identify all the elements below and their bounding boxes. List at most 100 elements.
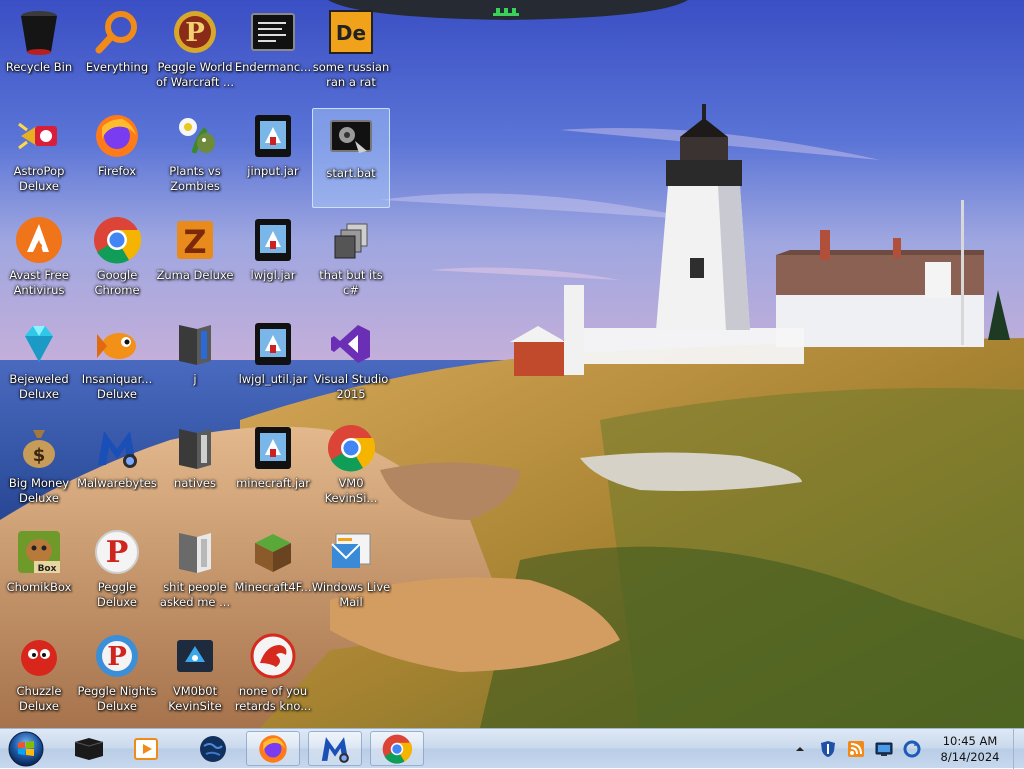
desktop-icon-malwarebytes[interactable]: Malwarebytes [77,418,157,518]
desktop-icon-label: natives [174,476,216,490]
show-desktop-button[interactable] [1013,729,1024,769]
clock-time: 10:45 AM [942,734,998,748]
minecraft-block-icon [248,527,298,577]
desktop-icon-label: Google Chrome [94,268,140,297]
desktop-icon-label: Insaniquar... Deluxe [81,372,153,401]
chomikbox-icon: Box [14,527,64,577]
taskbar-globe-app[interactable] [186,731,240,766]
batch-file-icon [326,113,376,163]
desktop-icon-zuma-deluxe[interactable]: Z Zuma Deluxe [156,210,234,310]
red-dragon-icon [248,631,298,681]
desktop-icon-insaniquarium[interactable]: Insaniquar... Deluxe [78,314,156,414]
desktop-icon-label: jinput.jar [247,164,299,178]
desktop-icon-label: minecraft.jar [236,476,310,490]
desktop-icon-label: lwjgl_util.jar [238,372,308,386]
folder-dark-icon [170,527,220,577]
folder-dark-icon [170,319,220,369]
desktop-icon-visual-studio-2015[interactable]: Visual Studio 2015 [312,314,390,414]
desktop-icon-vm0b0t-kevinsite[interactable]: VM0b0t KevinSite [156,626,234,726]
taskbar-chrome[interactable] [370,731,424,766]
search-magnifier-icon [92,7,142,57]
de-app-icon: De [326,7,376,57]
desktop-icon-avast[interactable]: Avast Free Antivirus [0,210,78,310]
desktop-icon-label: Recycle Bin [5,60,73,74]
desktop-icon-chuzzle[interactable]: Chuzzle Deluxe [0,626,78,726]
desktop-icon-none-of-you[interactable]: none of you retards kno... [234,626,312,726]
desktop-icon-bejeweled[interactable]: Bejeweled Deluxe [0,314,78,414]
desktop-icon-label: Peggle Nights Deluxe [77,684,157,713]
taskbar-firefox[interactable] [246,731,300,766]
desktop-icon-natives-folder[interactable]: natives [156,418,234,518]
desktop-icon-firefox[interactable]: Firefox [78,106,156,206]
desktop-icon-label: Chuzzle Deluxe [16,684,62,713]
plants-vs-zombies-icon [170,111,220,161]
desktop-icon-j-folder[interactable]: j [156,314,234,414]
desktop-icon-label: Visual Studio 2015 [313,372,389,401]
svg-text:Z: Z [183,223,206,261]
defender-shield-icon[interactable] [819,740,837,758]
shortcut-stack-icon [326,215,376,265]
desktop-icon-label: ChomikBox [6,580,72,594]
desktop-icon-big-money[interactable]: $ Big Money Deluxe [0,418,78,518]
taskbar: 10:45 AM 8/14/2024 [0,728,1024,769]
desktop-icon-lwjgl-jar[interactable]: lwjgl.jar [234,210,312,310]
peggle-icon: P [92,631,142,681]
desktop-icon-shit-people-asked-me-folder[interactable]: shit people asked me ... [156,522,234,622]
desktop-icon-that-but-its-csharp[interactable]: that but its c# [312,210,390,310]
svg-text:Box: Box [38,564,57,574]
desktop-icon-windows-live-mail[interactable]: Windows Live Mail [312,522,390,622]
zuma-icon: Z [170,215,220,265]
desktop-icon-label: j [193,372,197,386]
desktop-icon-start-bat[interactable]: start.bat [312,108,390,208]
desktop-icon-lwjgl-util-jar[interactable]: lwjgl_util.jar [234,314,312,414]
desktop-icon-label: Plants vs Zombies [169,164,221,193]
desktop-icon-label: Peggle Deluxe [97,580,137,609]
desktop-icon-astropop[interactable]: AstroPop Deluxe [0,106,78,206]
desktop-icon-google-chrome[interactable]: Google Chrome [78,210,156,310]
desktop-icon-label: Minecraft4F... [234,580,312,594]
rss-feed-icon[interactable] [847,740,865,758]
desktop: Recycle Bin AstroPop Deluxe Avast Free A… [0,0,1024,728]
desktop-icon-recycle-bin[interactable]: Recycle Bin [0,2,78,102]
desktop-icon-chomikbox[interactable]: Box ChomikBox [0,522,78,622]
network-monitor-icon[interactable] [875,740,893,758]
start-button[interactable] [6,730,46,768]
chrome-icon [326,423,376,473]
taskbar-clock[interactable]: 10:45 AM 8/14/2024 [930,733,1010,765]
desktop-icon-label: Big Money Deluxe [8,476,70,505]
desktop-icon-label: Peggle World of Warcraft ... [156,60,234,89]
avast-icon [14,215,64,265]
chrome-icon [92,215,142,265]
sync-icon[interactable] [903,740,921,758]
desktop-icon-some-russian-ran-a-rat[interactable]: De some russian ran a rat [312,2,390,102]
desktop-icon-jinput-jar[interactable]: jinput.jar [234,106,312,206]
svg-text:$: $ [33,445,46,466]
desktop-icon-label: that but its c# [319,268,383,297]
taskbar-malwarebytes[interactable] [308,731,362,766]
desktop-icon-endermanc[interactable]: Endermanc... [234,2,312,102]
desktop-icon-everything[interactable]: Everything [78,2,156,102]
desktop-icon-peggle-deluxe[interactable]: P Peggle Deluxe [78,522,156,622]
taskbar-media-player[interactable] [120,731,174,766]
peggle-icon: P [170,7,220,57]
show-hidden-icons-chevron[interactable] [791,740,809,758]
taskbar-command-prompt[interactable] [62,731,116,766]
desktop-icon-label: Endermanc... [234,60,312,74]
windows-start-orb-icon [8,731,44,767]
peggle-icon: P [92,527,142,577]
desktop-icon-peggle-world-of-warcraft[interactable]: P Peggle World of Warcraft ... [156,2,234,102]
malwarebytes-icon [92,423,142,473]
desktop-icon-plants-vs-zombies[interactable]: Plants vs Zombies [156,106,234,206]
folder-dark-icon [170,423,220,473]
java-jar-icon [248,319,298,369]
desktop-icon-label: lwjgl.jar [250,268,296,282]
desktop-icon-peggle-nights[interactable]: P Peggle Nights Deluxe [77,626,157,726]
desktop-icon-minecraft4f[interactable]: Minecraft4F... [234,522,312,622]
desktop-icon-vm0-kevinsite[interactable]: VM0 KevinSi... [312,418,390,518]
desktop-icon-label: start.bat [326,166,376,180]
recycle-bin-icon [14,7,64,57]
desktop-icon-minecraft-jar[interactable]: minecraft.jar [234,418,312,518]
live-mail-icon [326,527,376,577]
svg-text:P: P [185,18,205,48]
desktop-icon-label: VM0 KevinSi... [324,476,378,505]
